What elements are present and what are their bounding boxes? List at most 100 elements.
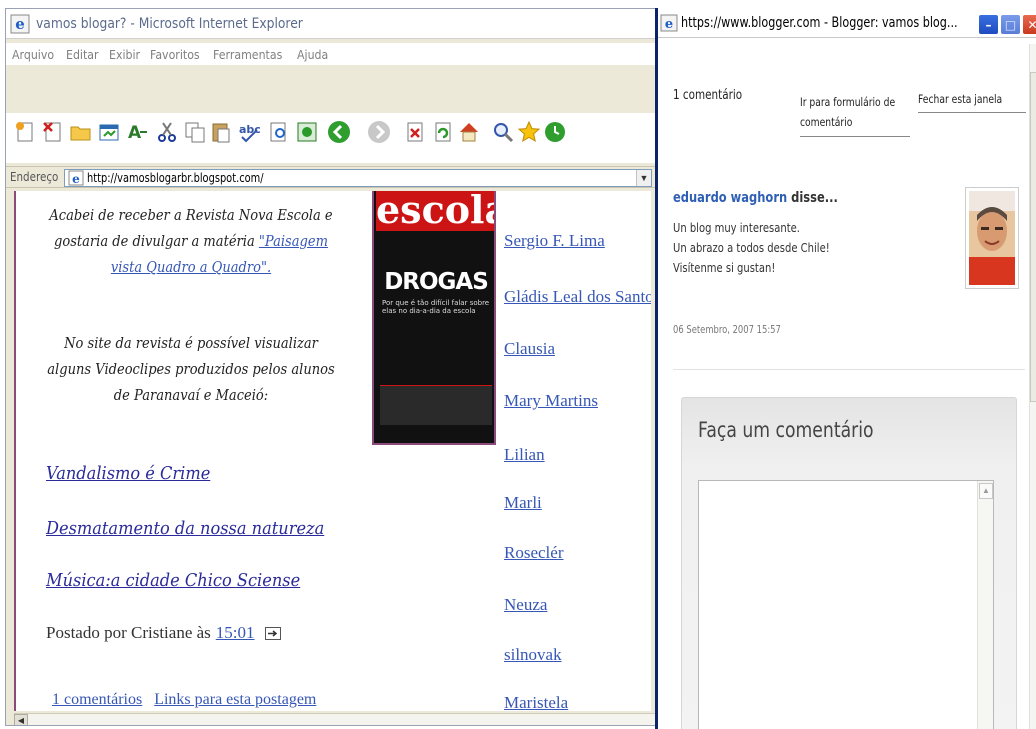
history-icon[interactable] [542, 119, 568, 145]
vertical-scrollbar[interactable] [1029, 44, 1036, 729]
window-icon[interactable] [96, 119, 122, 145]
goto-form-line-1: Ir para formulário de [800, 95, 896, 109]
magazine-subhead: Por que é tão difícil falar sobre elas n… [382, 299, 490, 315]
ie-logo-icon: e [660, 14, 678, 32]
forward-icon[interactable] [366, 119, 392, 145]
font-format-icon[interactable]: A [124, 119, 150, 145]
comment-line: Visítenme si gustan! [673, 260, 776, 275]
textarea-scrollbar[interactable]: ▲ [977, 481, 993, 729]
avatar[interactable] [965, 187, 1019, 289]
comments-link[interactable]: 1 comentários [52, 691, 142, 708]
ie-title-bar[interactable]: e vamos blogar? - Microsoft Internet Exp… [6, 9, 655, 39]
video-link-desmatamento[interactable]: Desmatamento da nossa natureza [46, 518, 324, 539]
menu-ferramentas[interactable]: Ferramentas [213, 47, 282, 62]
stop-icon[interactable] [402, 119, 428, 145]
ie-page-icon: e [68, 170, 84, 186]
follower-link[interactable]: Sergio F. Lima [504, 231, 605, 251]
comment-line: Un abrazo a todos desde Chile! [673, 240, 830, 255]
backlinks-link[interactable]: Links para esta postagem [154, 691, 316, 708]
delete-page-icon[interactable] [40, 119, 66, 145]
back-icon[interactable] [326, 119, 352, 145]
email-post-icon[interactable] [264, 626, 281, 640]
comment-date[interactable]: 06 Setembro, 2007 15:57 [673, 324, 781, 336]
comment-textarea[interactable]: ▲ [698, 480, 994, 729]
home-icon[interactable] [456, 119, 482, 145]
page-content: Acabei de receber a Revista Nova Escola … [14, 191, 651, 711]
scrollbar-thumb[interactable] [1030, 72, 1036, 402]
blogger-title-bar[interactable]: e https://www.blogger.com - Blogger: vam… [658, 8, 1036, 38]
follower-link[interactable]: Clausia [504, 339, 555, 359]
magazine-cover[interactable]: escola DROGAS Por que é tão difícil fala… [372, 191, 496, 445]
refresh-icon[interactable] [430, 119, 456, 145]
spellcheck-icon[interactable]: abc [236, 119, 262, 145]
ie-window: e vamos blogar? - Microsoft Internet Exp… [5, 8, 656, 726]
menu-arquivo[interactable]: Arquivo [12, 47, 54, 62]
posted-by-text: Postado por Cristiane às [46, 623, 211, 642]
find-page-icon[interactable] [266, 119, 292, 145]
address-input[interactable]: e http://vamosblogarbr.blogspot.com/ ▼ [64, 169, 652, 187]
address-label: Endereço [10, 170, 59, 184]
follower-link[interactable]: Mary Martins [504, 391, 598, 411]
svg-text:e: e [15, 15, 25, 33]
follower-link[interactable]: silnovak [504, 645, 562, 665]
new-page-icon[interactable] [12, 119, 38, 145]
goto-form-link[interactable]: Ir para formulário de comentário [800, 92, 896, 132]
blog-post: Acabei de receber a Revista Nova Escola … [16, 191, 371, 711]
video-link-vandalismo[interactable]: Vandalismo é Crime [46, 463, 210, 484]
menu-editar[interactable]: Editar [66, 47, 99, 62]
menu-ajuda[interactable]: Ajuda [297, 47, 328, 62]
magazine-title: escola [376, 191, 496, 232]
cut-icon[interactable] [154, 119, 180, 145]
svg-text:abc: abc [239, 123, 261, 136]
ie-address-bar: Endereço e http://vamosblogarbr.blogspot… [6, 166, 655, 188]
goto-underline [800, 136, 910, 137]
scroll-up-icon[interactable]: ▲ [979, 483, 993, 499]
post-footer: Postado por Cristiane às 15:01 [46, 623, 281, 643]
maximize-button[interactable]: □ [1000, 14, 1021, 35]
blogger-comment-page: 1 comentário Ir para formulário de comen… [658, 44, 1029, 729]
follower-link[interactable]: Marli [504, 493, 542, 513]
goto-form-line-2: comentário [800, 115, 853, 129]
menu-exibir[interactable]: Exibir [109, 47, 140, 62]
copy-icon[interactable] [182, 119, 208, 145]
blogger-window: e https://www.blogger.com - Blogger: vam… [655, 8, 1036, 729]
image-icon[interactable] [294, 119, 320, 145]
favorites-star-icon[interactable] [516, 119, 542, 145]
follower-link[interactable]: Maristela [504, 693, 568, 711]
magazine-headline: DROGAS [384, 269, 489, 295]
follower-link[interactable]: Lilian [504, 445, 545, 465]
comment-body: Un blog muy interesante. Un abrazo a tod… [673, 218, 830, 278]
horizontal-scrollbar[interactable]: ◀ [14, 713, 655, 725]
follower-link[interactable]: Neuza [504, 595, 547, 615]
comment-form: Faça um comentário ▲ [681, 397, 1017, 729]
post-time-link[interactable]: 15:01 [216, 623, 255, 643]
avatar-photo-icon [969, 191, 1015, 285]
ie-logo-icon: e [10, 14, 30, 33]
follower-link[interactable]: Roseclér [504, 543, 563, 563]
svg-text:e: e [72, 172, 80, 186]
scroll-left-icon[interactable]: ◀ [14, 714, 28, 725]
comment-count: 1 comentário [673, 88, 743, 103]
ie-menu-bar: Arquivo Editar Exibir Favoritos Ferramen… [6, 43, 655, 65]
svg-text:A: A [128, 123, 142, 143]
comment-said: disse... [791, 190, 838, 206]
close-window-link[interactable]: Fechar esta janela [918, 92, 1002, 106]
blogger-window-title: https://www.blogger.com - Blogger: vamos… [681, 14, 958, 31]
video-link-musica[interactable]: Música:a cidade Chico Sciense [46, 570, 300, 591]
comment-author-line: eduardo waghorn disse... [673, 190, 838, 206]
close-button[interactable]: ✕ [1022, 14, 1036, 35]
address-dropdown-icon[interactable]: ▼ [636, 170, 651, 186]
address-url: http://vamosblogarbr.blogspot.com/ [87, 171, 264, 185]
minimize-button[interactable]: – [978, 14, 999, 35]
post-links: 1 comentários Links para esta postagem [52, 691, 324, 709]
comment-line: Un blog muy interesante. [673, 220, 800, 235]
paste-icon[interactable] [208, 119, 234, 145]
comment-form-title: Faça um comentário [698, 418, 874, 442]
ie-window-title: vamos blogar? - Microsoft Internet Explo… [36, 15, 303, 32]
comment-author-link[interactable]: eduardo waghorn [673, 190, 787, 206]
open-folder-icon[interactable] [68, 119, 94, 145]
menu-favoritos[interactable]: Favoritos [150, 47, 200, 62]
svg-text:e: e [665, 17, 673, 32]
follower-link[interactable]: Gládis Leal dos Santos [504, 287, 651, 307]
search-icon[interactable] [490, 119, 516, 145]
